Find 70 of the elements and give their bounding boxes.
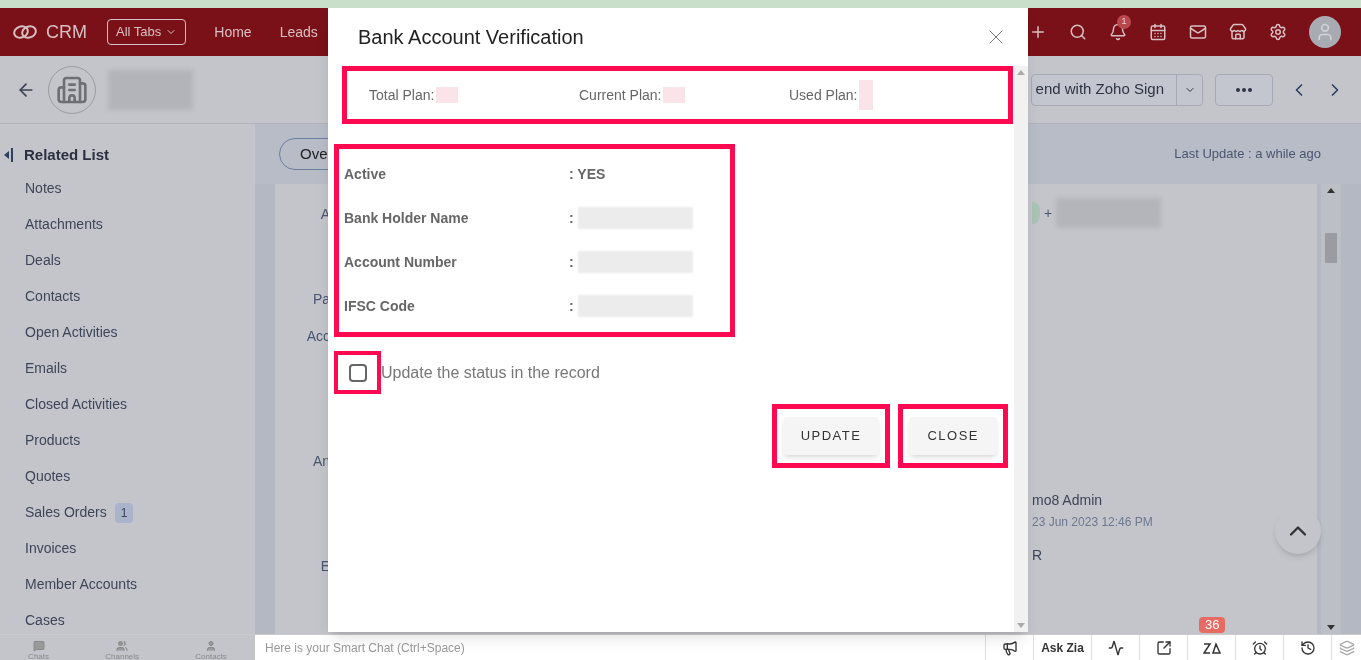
modified-time: 23 Jun 2023 12:46 PM bbox=[1032, 514, 1154, 531]
alarm-icon[interactable] bbox=[1251, 640, 1268, 656]
sidebar-item[interactable]: Member Accounts bbox=[25, 574, 138, 595]
detail-value: : bbox=[569, 252, 574, 272]
all-tabs-button[interactable]: All Tabs bbox=[107, 19, 187, 45]
crm-logo-icon bbox=[12, 24, 38, 40]
history-icon[interactable] bbox=[1299, 640, 1316, 656]
dialog-scrollbar[interactable] bbox=[1014, 66, 1028, 632]
detail-label: IFSC Code bbox=[344, 296, 416, 316]
chart-icon[interactable] bbox=[1107, 640, 1124, 656]
plan-label: Used Plan: bbox=[789, 85, 858, 105]
redacted-value bbox=[436, 87, 459, 103]
field-value: R bbox=[1032, 546, 1044, 565]
owner-name: mo8 Admin bbox=[1032, 491, 1104, 510]
page-scrollbar[interactable] bbox=[1321, 184, 1341, 634]
add-icon[interactable] bbox=[1029, 23, 1047, 41]
checkbox-label: Update the status in the record bbox=[381, 362, 600, 383]
detail-value: : YES bbox=[569, 165, 606, 184]
zia-icon[interactable] bbox=[1202, 641, 1221, 655]
update-status-checkbox[interactable] bbox=[348, 363, 367, 382]
export-icon[interactable] bbox=[1155, 640, 1172, 656]
ellipsis-icon bbox=[1236, 87, 1252, 92]
detail-value: : bbox=[569, 296, 574, 316]
sidebar-item[interactable]: Products bbox=[25, 430, 81, 451]
detail-label: Account Number bbox=[344, 252, 458, 272]
chat-tab-icon bbox=[205, 640, 218, 652]
status-pill-icon bbox=[1032, 202, 1040, 224]
smart-chat-field[interactable]: Here is your Smart Chat (Ctrl+Space) bbox=[255, 635, 985, 660]
chat-tab-icon bbox=[116, 640, 129, 652]
dialog-button[interactable]: UPDATE bbox=[782, 417, 880, 455]
sidebar-item[interactable]: Contacts bbox=[25, 286, 81, 307]
sidebar-item[interactable]: Open Activities bbox=[25, 322, 118, 343]
avatar[interactable] bbox=[1309, 16, 1341, 48]
bell-icon[interactable] bbox=[1109, 23, 1127, 41]
mail-icon[interactable] bbox=[1189, 23, 1207, 41]
zia-count-badge: 36 bbox=[1199, 617, 1226, 633]
search-icon[interactable] bbox=[1069, 23, 1087, 41]
sidebar-item[interactable]: Invoices bbox=[25, 538, 77, 559]
sidebar-item[interactable]: Notes bbox=[25, 178, 62, 199]
sidebar-item[interactable]: Quotes bbox=[25, 466, 71, 487]
count-badge: 1 bbox=[114, 502, 134, 523]
dialog-title: Bank Account Verification bbox=[358, 25, 584, 50]
sidebar-item[interactable]: Deals bbox=[25, 250, 61, 271]
store-icon[interactable] bbox=[1229, 23, 1247, 41]
dialog-button[interactable]: CLOSE bbox=[909, 417, 997, 455]
sidebar-item[interactable]: Sales Orders bbox=[25, 502, 107, 523]
phone-prefix: + bbox=[1044, 203, 1053, 223]
notification-badge: 1 bbox=[1117, 15, 1131, 29]
redacted-value bbox=[859, 80, 874, 110]
nav-tab[interactable]: Leads bbox=[279, 22, 318, 42]
sidebar-title: Related List bbox=[24, 145, 110, 165]
sidebar-item[interactable]: Cases bbox=[25, 610, 65, 631]
calendar-icon[interactable] bbox=[1149, 23, 1167, 41]
redacted-value bbox=[663, 87, 686, 103]
send-with-sign-button[interactable]: end with Zoho Sign bbox=[1031, 74, 1176, 105]
settings-icon[interactable] bbox=[1269, 23, 1287, 41]
nav-tab[interactable]: Home bbox=[214, 22, 252, 42]
sidebar-item[interactable]: Emails bbox=[25, 358, 67, 379]
detail-value: : bbox=[569, 208, 574, 228]
plan-label: Total Plan: bbox=[369, 85, 435, 105]
ask-zia-button[interactable]: Ask Zia bbox=[1033, 635, 1091, 660]
detail-label: Bank Holder Name bbox=[344, 208, 470, 228]
sidebar-item[interactable]: Closed Activities bbox=[25, 394, 127, 415]
field-label: Acc bbox=[306, 327, 330, 346]
plan-label: Current Plan: bbox=[579, 85, 662, 105]
sidebar-item[interactable]: Attachments bbox=[25, 214, 103, 235]
chat-tab-icon bbox=[32, 640, 45, 652]
brand-name[interactable]: CRM bbox=[46, 18, 87, 46]
megaphone-icon[interactable] bbox=[1001, 640, 1018, 656]
last-update-text: Last Update : a while ago bbox=[1174, 145, 1321, 164]
